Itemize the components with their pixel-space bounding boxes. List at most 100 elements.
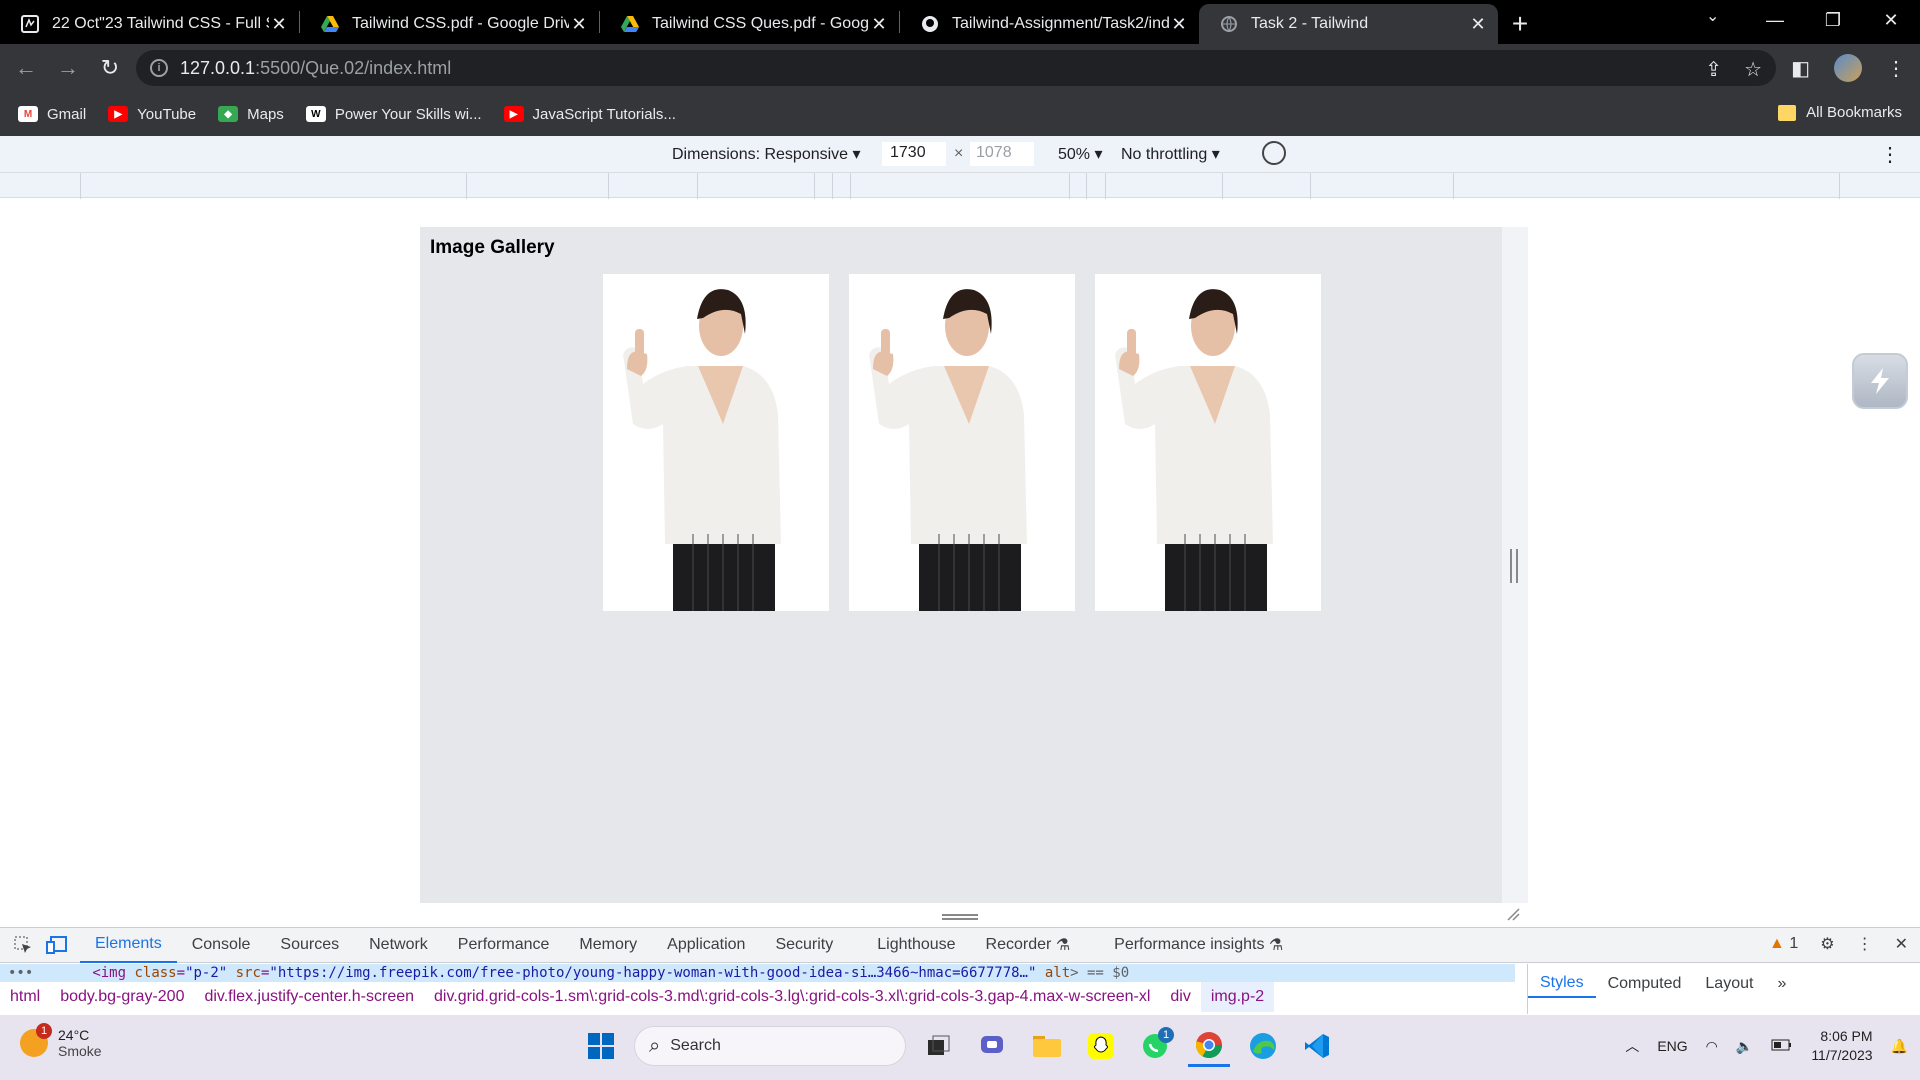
- device-toggle-icon[interactable]: [46, 934, 68, 956]
- rotate-icon[interactable]: [1262, 141, 1286, 165]
- close-tab-icon[interactable]: ✕: [1468, 14, 1488, 35]
- site-info-icon[interactable]: i: [150, 59, 168, 77]
- clock[interactable]: 8:06 PM 11/7/2023: [1811, 1027, 1872, 1065]
- tab-computed[interactable]: Computed: [1596, 970, 1694, 998]
- bookmark-power-skills[interactable]: W Power Your Skills wi...: [305, 106, 482, 123]
- bookmark-gmail[interactable]: M Gmail: [18, 106, 86, 123]
- resize-handle-right[interactable]: [1510, 549, 1518, 583]
- breadcrumb-item[interactable]: div.grid.grid-cols-1.sm\:grid-cols-3.md\…: [424, 988, 1160, 1006]
- reload-icon[interactable]: ↻: [90, 48, 130, 88]
- bookmark-label: Maps: [247, 105, 284, 123]
- devtools-tab-application[interactable]: Application: [652, 927, 760, 963]
- devtools-tab-memory[interactable]: Memory: [564, 927, 652, 963]
- inspect-element-icon[interactable]: [12, 934, 34, 956]
- bookmark-star-icon[interactable]: ☆: [1744, 57, 1762, 82]
- tab-styles[interactable]: Styles: [1528, 970, 1596, 998]
- teams-chat-icon[interactable]: [972, 1025, 1014, 1067]
- resize-handle-corner[interactable]: [1506, 907, 1520, 921]
- dom-attr-value[interactable]: "https://img.freepik.com/free-photo/youn…: [269, 965, 1036, 981]
- close-tab-icon[interactable]: ✕: [569, 14, 589, 35]
- restore-icon[interactable]: ❐: [1804, 0, 1862, 40]
- wifi-icon[interactable]: ◠: [1706, 1038, 1718, 1055]
- settings-gear-icon[interactable]: ⚙: [1820, 934, 1834, 954]
- breadcrumb-item[interactable]: div.flex.justify-center.h-screen: [194, 988, 424, 1006]
- devtools-tab-performance[interactable]: Performance: [443, 927, 565, 963]
- file-explorer-icon[interactable]: [1026, 1025, 1068, 1067]
- close-devtools-icon[interactable]: ✕: [1895, 934, 1908, 954]
- vscode-icon[interactable]: [1296, 1025, 1338, 1067]
- chrome-icon[interactable]: [1188, 1025, 1230, 1067]
- zoom-select[interactable]: 50% ▾: [1058, 144, 1103, 164]
- media-query-ruler[interactable]: [0, 172, 1920, 199]
- chevron-up-icon[interactable]: ︿: [1625, 1036, 1639, 1056]
- selected-dom-node[interactable]: ••• <img class="p-2" src="https://img.fr…: [0, 964, 1515, 982]
- browser-tab[interactable]: 22 Oct"23 Tailwind CSS - Full Sta ✕: [0, 4, 299, 44]
- weather-widget[interactable]: 1 24°C Smoke: [20, 1023, 102, 1059]
- browser-tab[interactable]: Tailwind CSS.pdf - Google Drive ✕: [300, 4, 599, 44]
- dom-attr: class: [134, 965, 177, 981]
- close-tab-icon[interactable]: ✕: [269, 14, 289, 35]
- language-indicator[interactable]: ENG: [1657, 1038, 1687, 1054]
- devtools-menu-icon[interactable]: ⋮: [1857, 934, 1873, 954]
- whatsapp-icon[interactable]: 1: [1134, 1025, 1176, 1067]
- profile-avatar[interactable]: [1834, 54, 1862, 82]
- devtools-tab-security[interactable]: Security: [760, 927, 848, 963]
- notification-badge: 1: [1158, 1027, 1174, 1043]
- page-body: Image Gallery: [420, 227, 1502, 903]
- height-input[interactable]: 1078: [970, 142, 1034, 166]
- close-window-icon[interactable]: ✕: [1862, 0, 1920, 40]
- devtools-tab-elements[interactable]: Elements: [80, 927, 177, 963]
- resize-handle-bottom[interactable]: [942, 914, 978, 920]
- more-options-icon[interactable]: ⋮: [1880, 142, 1900, 167]
- tab-layout[interactable]: Layout: [1693, 970, 1765, 998]
- bookmark-js-tutorials[interactable]: ▶ JavaScript Tutorials...: [503, 106, 676, 123]
- back-icon[interactable]: ←: [6, 48, 46, 88]
- width-input[interactable]: 1730: [882, 142, 946, 166]
- menu-icon[interactable]: ⋮: [1886, 56, 1906, 81]
- devtools-tab-performance-insights[interactable]: Performance insights ⚗: [1099, 927, 1298, 963]
- snapchat-icon[interactable]: [1080, 1025, 1122, 1067]
- edge-icon[interactable]: [1242, 1025, 1284, 1067]
- throttling-select[interactable]: No throttling ▾: [1121, 144, 1220, 164]
- devtools-tab-console[interactable]: Console: [177, 927, 266, 963]
- devtools-tab-network[interactable]: Network: [354, 927, 443, 963]
- bookmark-maps[interactable]: ◆ Maps: [218, 106, 284, 123]
- task-view-icon[interactable]: [918, 1025, 960, 1067]
- gallery-image[interactable]: [849, 274, 1075, 611]
- breadcrumb-item[interactable]: html: [0, 988, 50, 1006]
- bookmark-youtube[interactable]: ▶ YouTube: [108, 106, 196, 123]
- gallery-image[interactable]: [1095, 274, 1321, 611]
- tab-strip: 22 Oct"23 Tailwind CSS - Full Sta ✕ Tail…: [0, 0, 1920, 44]
- breadcrumb-item[interactable]: div: [1160, 988, 1200, 1006]
- devtools-tab-recorder[interactable]: Recorder ⚗: [971, 927, 1086, 963]
- dimensions-select[interactable]: Dimensions: Responsive ▾: [672, 144, 861, 164]
- warnings-counter[interactable]: ▲ 1: [1769, 935, 1798, 953]
- close-tab-icon[interactable]: ✕: [869, 14, 889, 35]
- folder-icon: [1778, 104, 1797, 121]
- breadcrumb-item[interactable]: body.bg-gray-200: [50, 988, 194, 1006]
- share-icon[interactable]: ⇪: [1705, 57, 1722, 82]
- breadcrumb-item-selected[interactable]: img.p-2: [1200, 982, 1275, 1012]
- notifications-bell-icon[interactable]: 🔔: [1891, 1038, 1908, 1055]
- side-panel-icon[interactable]: ◧: [1791, 56, 1810, 81]
- close-tab-icon[interactable]: ✕: [1169, 14, 1189, 35]
- browser-tab-active[interactable]: Task 2 - Tailwind ✕: [1199, 4, 1498, 44]
- all-bookmarks[interactable]: All Bookmarks: [1778, 104, 1902, 121]
- windows-start-icon[interactable]: [580, 1025, 622, 1067]
- battery-icon[interactable]: [1771, 1038, 1793, 1054]
- taskbar-search[interactable]: ⌕ Search: [634, 1026, 906, 1066]
- volume-icon[interactable]: 🔈: [1736, 1038, 1753, 1055]
- devtools-tab-sources[interactable]: Sources: [265, 927, 354, 963]
- tab-search-icon[interactable]: ⌄: [1706, 6, 1719, 26]
- browser-tab[interactable]: Tailwind-Assignment/Task2/inde ✕: [900, 4, 1199, 44]
- gallery-image[interactable]: [603, 274, 829, 611]
- new-tab-button[interactable]: +: [1498, 4, 1542, 44]
- browser-tab[interactable]: Tailwind CSS Ques.pdf - Google ✕: [600, 4, 899, 44]
- forward-icon[interactable]: →: [48, 48, 88, 88]
- bookmark-label: YouTube: [137, 105, 197, 123]
- address-bar[interactable]: i 127.0.0.1:5500/Que.02/index.html ⇪ ☆: [136, 50, 1776, 86]
- devtools-tab-lighthouse[interactable]: Lighthouse: [862, 927, 970, 963]
- minimize-icon[interactable]: —: [1746, 0, 1804, 40]
- floating-extension-button[interactable]: [1852, 353, 1908, 409]
- more-tabs-icon[interactable]: »: [1765, 970, 1798, 998]
